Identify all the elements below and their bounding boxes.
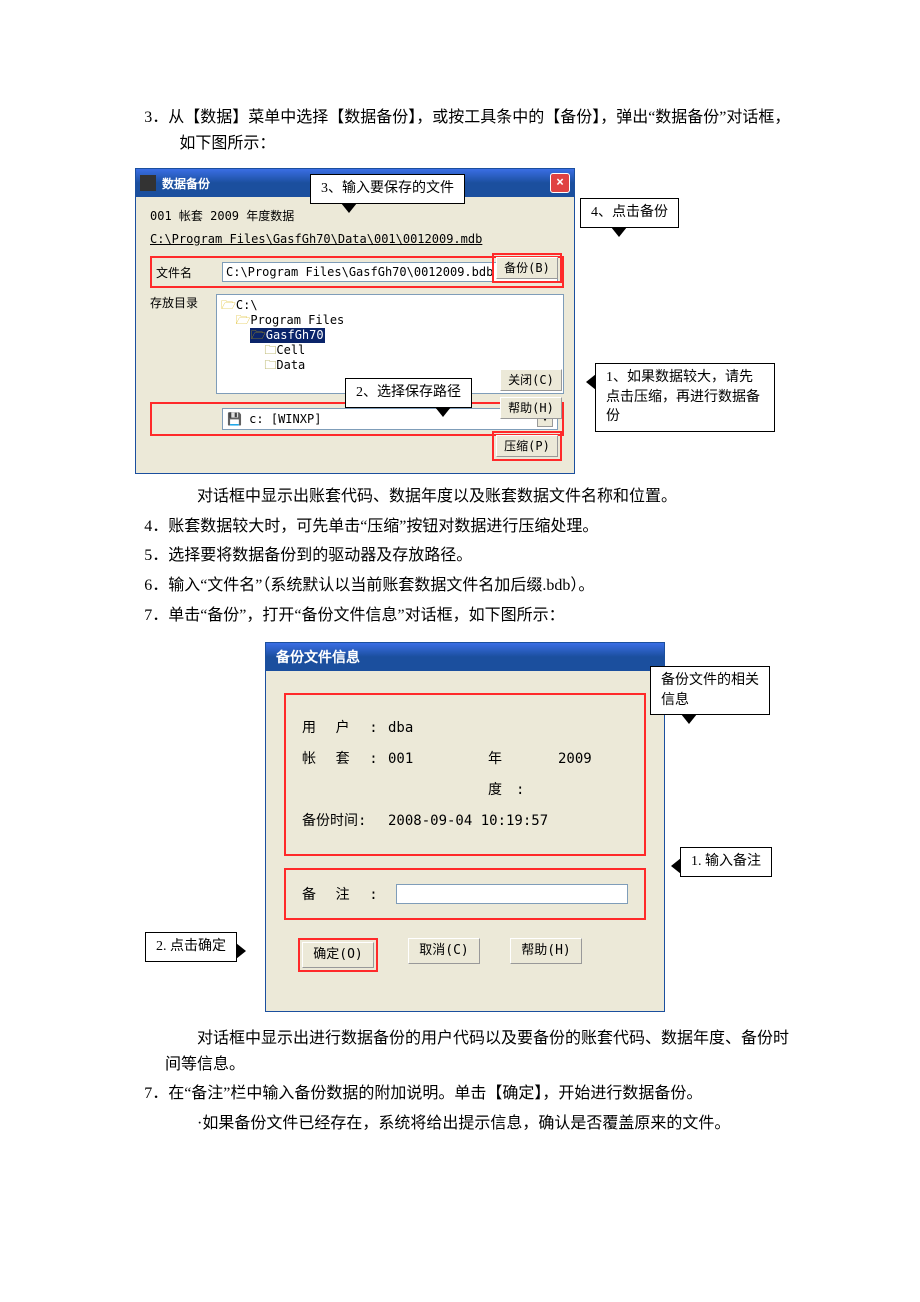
ok-button-highlight: 确定(O) xyxy=(298,938,378,972)
account-label: 帐套 xyxy=(302,744,388,806)
dialog-title: 备份文件信息 xyxy=(270,647,660,667)
desc-after-dlg1: 对话框中显示出账套代码、数据年度以及账套数据文件名称和位置。 xyxy=(125,484,795,510)
account-value: 001 xyxy=(388,744,488,806)
folder-icon: 🗀 xyxy=(264,358,276,372)
titlebar: 备份文件信息 xyxy=(266,643,664,671)
note-label: 备注 xyxy=(302,884,388,904)
folder-open-icon: 🗁 xyxy=(235,313,250,327)
note-input[interactable] xyxy=(396,884,628,904)
year-value: 2009 xyxy=(548,744,628,806)
step-5-text: 5．选择要将数据备份到的驱动器及存放路径。 xyxy=(125,543,795,569)
note-block: 备注 xyxy=(284,868,646,920)
folder-open-icon: 🗁 xyxy=(221,298,236,312)
cancel-button[interactable]: 取消(C) xyxy=(408,938,480,964)
drive-icon: 💾 xyxy=(227,412,249,426)
user-value: dba xyxy=(388,713,628,744)
year-label: 年度 xyxy=(488,744,548,806)
callout-2: 2、选择保存路径 xyxy=(345,378,472,408)
bullet-overwrite: ·如果备份文件已经存在，系统将给出提示信息，确认是否覆盖原来的文件。 xyxy=(125,1111,795,1137)
callout-note: 1. 输入备注 xyxy=(680,847,772,877)
step-7-text: 7．单击“备份”，打开“备份文件信息”对话框，如下图所示： xyxy=(125,603,795,629)
callout-4: 4、点击备份 xyxy=(580,198,679,228)
backup-button-highlight: 备份(B) xyxy=(492,253,562,283)
callout-1: 1、如果数据较大，请先点击压缩，再进行数据备份 xyxy=(595,363,775,432)
selected-folder[interactable]: 🗁GasfGh70 xyxy=(250,328,325,343)
step-6-text: 6．输入“文件名”（系统默认以当前账套数据文件名加后缀.bdb）。 xyxy=(125,573,795,599)
info-block: 用户 dba 帐套 001 年度 2009 备份时间 2008-09-04 10… xyxy=(284,693,646,856)
source-path: C:\Program Files\GasfGh70\Data\001\00120… xyxy=(150,232,564,246)
compress-button-highlight: 压缩(P) xyxy=(492,431,562,461)
desc-after-dlg2: 对话框中显示出进行数据备份的用户代码以及要备份的账套代码、数据年度、备份时间等信… xyxy=(125,1026,795,1077)
compress-button[interactable]: 压缩(P) xyxy=(496,435,558,457)
backup-info-dialog-figure: 备份文件信息 用户 dba 帐套 001 年度 2009 备份时间 xyxy=(145,642,775,1012)
callout-info: 备份文件的相关信息 xyxy=(650,666,770,715)
folder-icon: 🗀 xyxy=(264,343,276,357)
document-page: 3．从【数据】菜单中选择【数据备份】，或按工具条中的【备份】，弹出“数据备份”对… xyxy=(0,0,920,1191)
user-label: 用户 xyxy=(302,713,388,744)
step-3-text: 3．从【数据】菜单中选择【数据备份】，或按工具条中的【备份】，弹出“数据备份”对… xyxy=(125,105,795,156)
dir-label: 存放目录 xyxy=(150,294,204,311)
backup-time-label: 备份时间 xyxy=(302,806,388,837)
account-header: 001 帐套 2009 年度数据 xyxy=(150,207,564,224)
step-4-text: 4．账套数据较大时，可先单击“压缩”按钮对数据进行压缩处理。 xyxy=(125,514,795,540)
backup-info-dialog: 备份文件信息 用户 dba 帐套 001 年度 2009 备份时间 xyxy=(265,642,665,1012)
backup-time-value: 2008-09-04 10:19:57 xyxy=(388,806,628,837)
step-7b-text: 7．在“备注”栏中输入备份数据的附加说明。单击【确定】，开始进行数据备份。 xyxy=(125,1081,795,1107)
help-button[interactable]: 帮助(H) xyxy=(510,938,582,964)
backup-button[interactable]: 备份(B) xyxy=(496,257,558,279)
folder-open-icon: 🗁 xyxy=(251,328,266,342)
ok-button[interactable]: 确定(O) xyxy=(302,942,374,968)
callout-ok: 2. 点击确定 xyxy=(145,932,237,962)
file-name-label: 文件名 xyxy=(156,264,210,281)
callout-3: 3、输入要保存的文件 xyxy=(310,174,465,204)
close-button[interactable]: 关闭(C) xyxy=(500,369,562,391)
backup-dialog: 数据备份 × 001 帐套 2009 年度数据 C:\Program Files… xyxy=(135,168,575,474)
help-button[interactable]: 帮助(H) xyxy=(500,397,562,419)
backup-dialog-figure: 数据备份 × 001 帐套 2009 年度数据 C:\Program Files… xyxy=(135,168,785,474)
close-icon[interactable]: × xyxy=(550,173,570,193)
app-icon xyxy=(140,175,156,191)
